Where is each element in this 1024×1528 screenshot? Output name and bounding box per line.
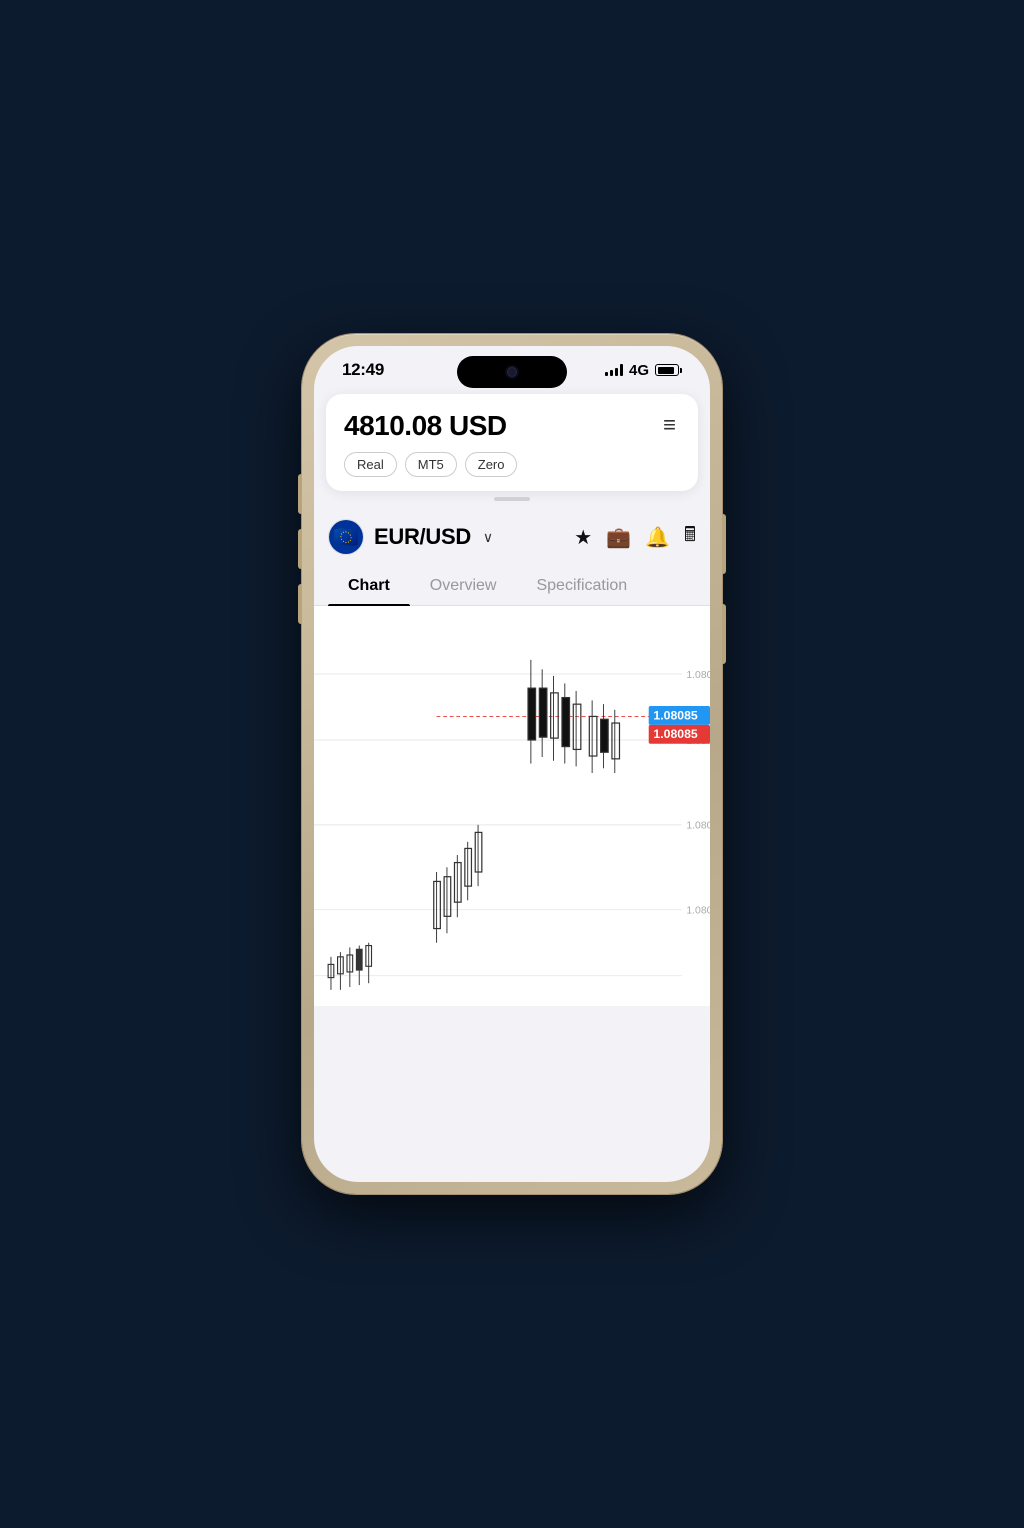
svg-text:1.08097: 1.08097 <box>686 670 710 681</box>
instrument-header: 🇪🇺 EUR/USD ∨ ★ 💼 🔔 🖩 <box>314 511 710 567</box>
signal-icon <box>605 364 623 376</box>
phone-frame: 12:49 4G 4810.0 <box>302 334 722 1194</box>
tag-mt5[interactable]: MT5 <box>405 452 457 477</box>
tag-real[interactable]: Real <box>344 452 397 477</box>
chart-area: 1.08097 1.08075 1.08053 1.08030 <box>314 606 710 1006</box>
tab-bar: Chart Overview Specification <box>314 567 710 606</box>
instrument-left[interactable]: 🇪🇺 EUR/USD ∨ <box>328 519 493 555</box>
tab-specification[interactable]: Specification <box>516 567 647 605</box>
instrument-name: EUR/USD <box>374 524 471 550</box>
svg-text:1.08053: 1.08053 <box>686 821 710 832</box>
account-balance: 4810.08 USD <box>344 410 517 442</box>
chart-container: 1.08097 1.08075 1.08053 1.08030 <box>314 606 710 1006</box>
dynamic-island <box>457 356 567 388</box>
eu-flag-icon: 🇪🇺 <box>329 520 363 554</box>
tab-chart[interactable]: Chart <box>328 567 410 605</box>
phone-screen: 12:49 4G 4810.0 <box>314 346 710 1182</box>
briefcase-icon[interactable]: 💼 <box>606 525 631 550</box>
svg-text:1.08085: 1.08085 <box>653 727 697 741</box>
camera-lens <box>507 367 517 377</box>
battery-icon <box>655 364 682 376</box>
account-card: 4810.08 USD Real MT5 Zero ≡ <box>326 394 698 491</box>
status-right: 4G <box>605 362 682 379</box>
bell-icon[interactable]: 🔔 <box>645 525 670 550</box>
currency-flag: 🇪🇺 <box>328 519 364 555</box>
status-time: 12:49 <box>342 360 384 380</box>
account-info: 4810.08 USD Real MT5 Zero <box>344 410 517 477</box>
hamburger-menu-icon[interactable]: ≡ <box>659 410 680 440</box>
instrument-actions: ★ 💼 🔔 🖩 <box>574 520 696 554</box>
svg-text:1.08085: 1.08085 <box>653 708 697 722</box>
chevron-down-icon[interactable]: ∨ <box>483 529 493 546</box>
tab-overview[interactable]: Overview <box>410 567 517 605</box>
candlestick-chart: 1.08097 1.08075 1.08053 1.08030 <box>314 606 710 1006</box>
star-icon[interactable]: ★ <box>574 525 592 550</box>
network-label: 4G <box>629 362 649 379</box>
calculator-icon[interactable]: 🖩 <box>684 520 696 554</box>
svg-text:1.08030: 1.08030 <box>686 905 710 916</box>
account-tags: Real MT5 Zero <box>344 452 517 477</box>
drag-handle <box>494 497 530 501</box>
tag-zero[interactable]: Zero <box>465 452 518 477</box>
